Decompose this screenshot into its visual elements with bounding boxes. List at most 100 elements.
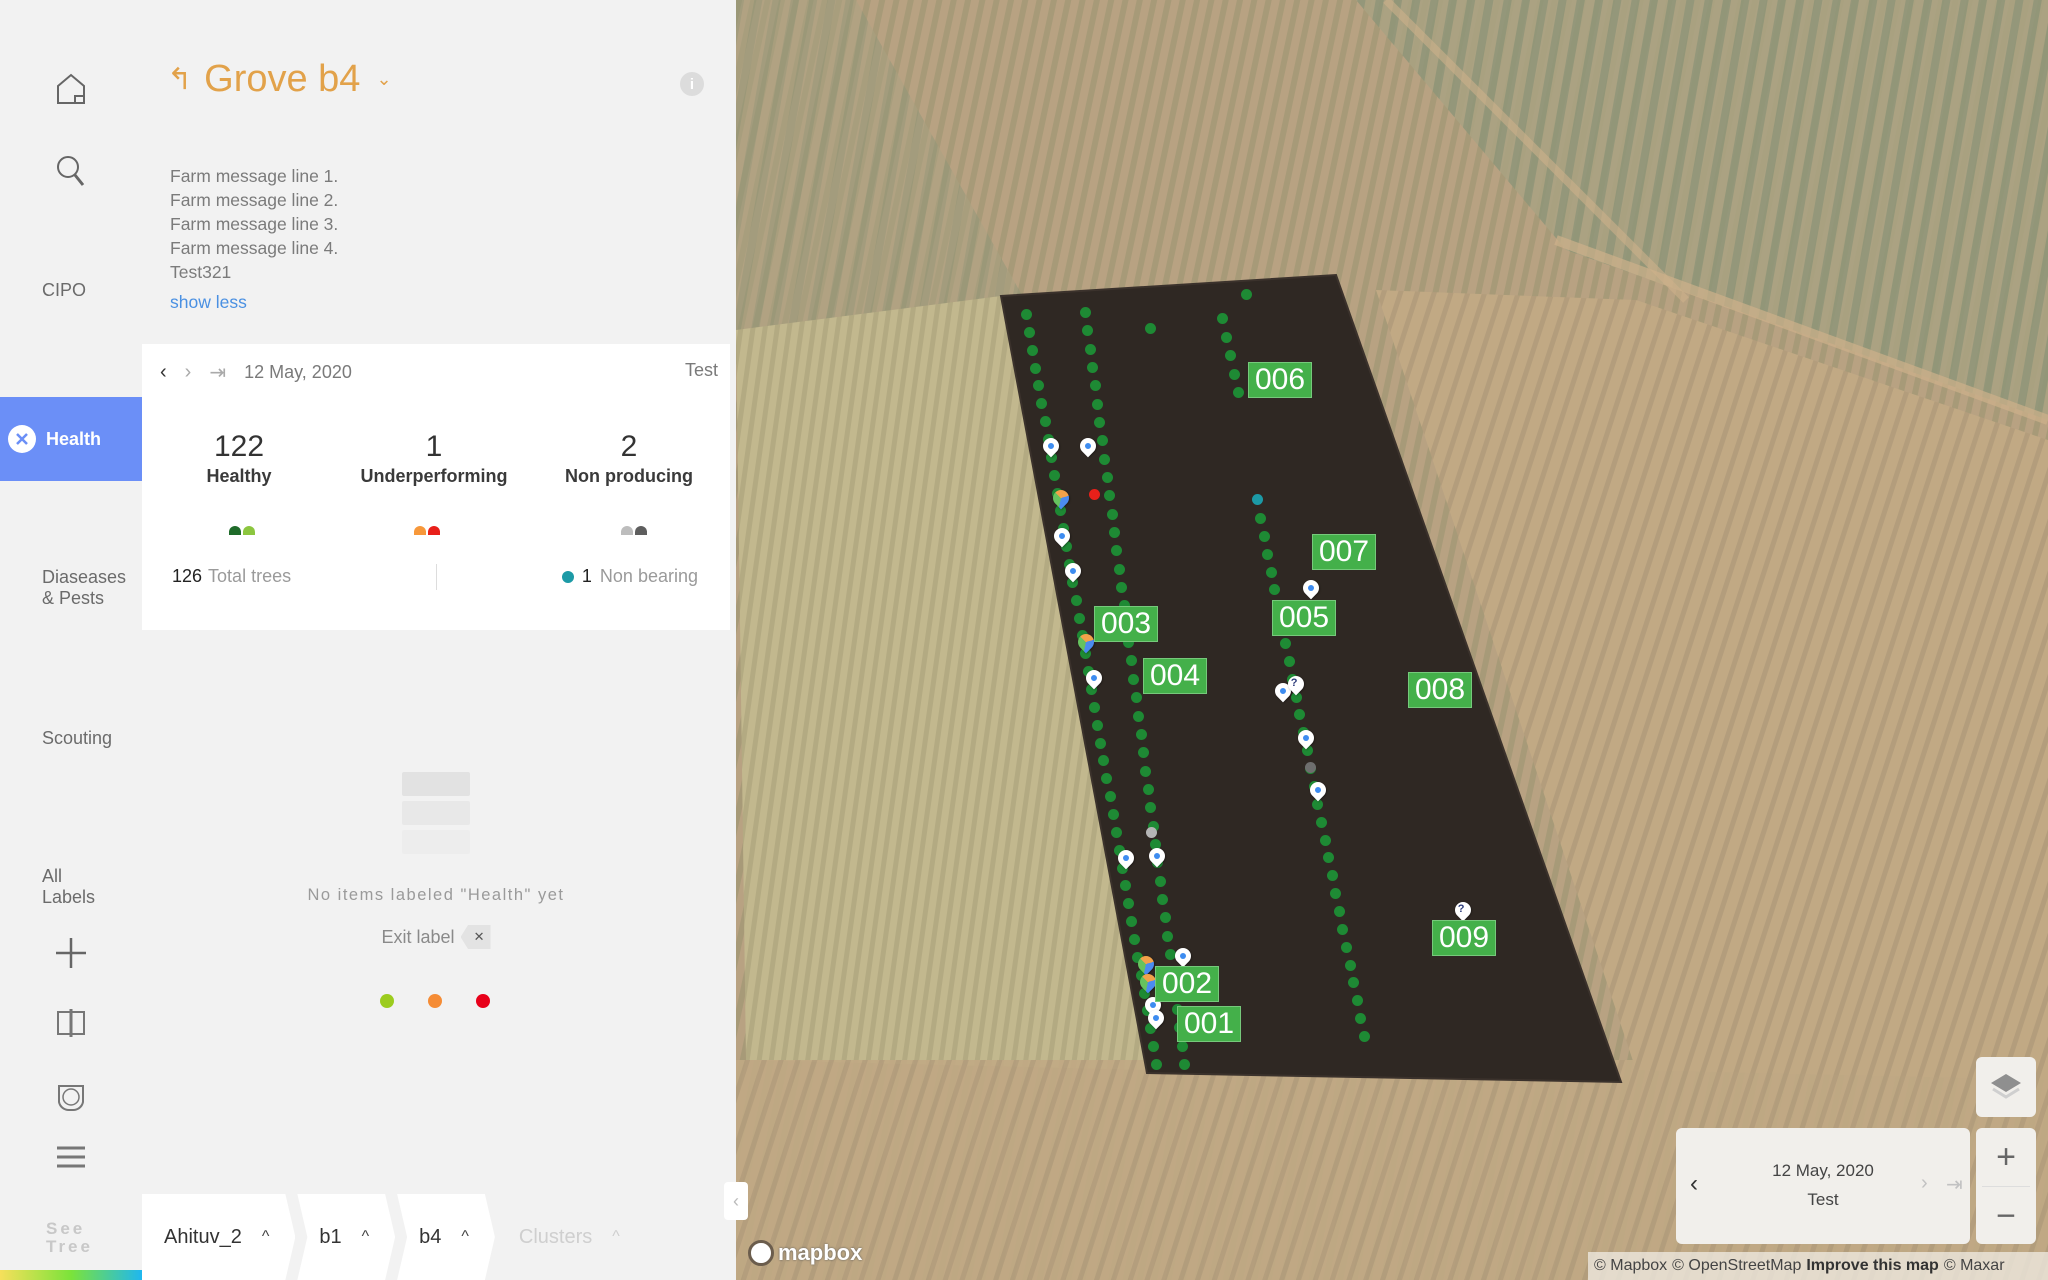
- camera-icon[interactable]: [50, 1076, 92, 1118]
- tree-marker[interactable]: [1305, 762, 1316, 773]
- plot-label-006[interactable]: 006: [1248, 362, 1313, 398]
- tree-marker[interactable]: [1021, 309, 1032, 320]
- tree-marker[interactable]: [1039, 416, 1051, 428]
- tree-marker[interactable]: [1080, 307, 1091, 318]
- tree-marker[interactable]: [1217, 313, 1228, 324]
- mapbox-logo[interactable]: mapbox: [748, 1240, 862, 1266]
- tree-marker[interactable]: [1221, 331, 1232, 343]
- non-bearing[interactable]: 1 Non bearing: [561, 566, 698, 587]
- tree-marker[interactable]: [1106, 508, 1118, 520]
- search-icon[interactable]: [50, 150, 92, 192]
- tree-marker[interactable]: [1225, 350, 1236, 361]
- plot-label-007[interactable]: 007: [1312, 534, 1377, 570]
- mapbox-attribution-link[interactable]: © Mapbox: [1594, 1257, 1667, 1275]
- tree-marker[interactable]: [1265, 566, 1277, 578]
- tree-marker[interactable]: [1133, 710, 1145, 722]
- tree-marker[interactable]: [1095, 737, 1107, 749]
- tree-marker[interactable]: [1344, 959, 1356, 971]
- tree-marker[interactable]: [1089, 701, 1101, 713]
- tree-marker[interactable]: [1070, 594, 1082, 606]
- tree-marker[interactable]: [1319, 834, 1331, 846]
- see-tree-button[interactable]: See Tree: [46, 1220, 93, 1256]
- osm-attribution-link[interactable]: © OpenStreetMap: [1672, 1257, 1801, 1275]
- prev-date-button[interactable]: ‹: [160, 361, 167, 384]
- tree-marker[interactable]: [1241, 289, 1252, 300]
- stat-healthy[interactable]: 122 Healthy: [144, 430, 334, 487]
- exit-label-button[interactable]: ✕: [460, 925, 491, 949]
- zoom-out-button[interactable]: −: [1976, 1187, 2036, 1245]
- tree-marker[interactable]: [1146, 827, 1157, 838]
- breadcrumb-block[interactable]: b1 ^: [297, 1194, 395, 1280]
- tree-marker[interactable]: [1151, 1059, 1162, 1070]
- tree-marker[interactable]: [1135, 728, 1147, 740]
- tree-marker[interactable]: [1092, 719, 1104, 731]
- tree-marker[interactable]: [1110, 826, 1122, 838]
- tree-marker[interactable]: [1130, 692, 1142, 704]
- tree-marker[interactable]: [1048, 469, 1060, 481]
- tree-marker[interactable]: [1113, 563, 1125, 575]
- stat-underperforming[interactable]: 1 Underperforming: [339, 430, 529, 487]
- tree-marker[interactable]: [1140, 765, 1152, 777]
- tree-marker[interactable]: [1030, 362, 1042, 374]
- level-up-icon[interactable]: ↰: [167, 62, 192, 97]
- nav-item-health[interactable]: Health: [0, 397, 142, 481]
- layers-button[interactable]: [1976, 1057, 2036, 1117]
- tree-marker[interactable]: [1104, 791, 1116, 803]
- plot-label-009[interactable]: 009: [1432, 920, 1497, 956]
- tree-marker[interactable]: [1147, 1041, 1159, 1053]
- tree-marker[interactable]: [1108, 527, 1120, 539]
- map-last-date-button[interactable]: ⇥: [1946, 1172, 1963, 1197]
- plot-label-003[interactable]: 003: [1094, 606, 1159, 642]
- tree-marker[interactable]: [1092, 398, 1104, 410]
- breadcrumb-farm[interactable]: Ahituv_2 ^: [142, 1194, 295, 1280]
- tree-marker[interactable]: [1255, 513, 1266, 524]
- add-icon[interactable]: [50, 932, 92, 974]
- map-next-date-button[interactable]: ›: [1921, 1172, 1928, 1195]
- show-less-link[interactable]: show less: [170, 292, 247, 313]
- plot-label-004[interactable]: 004: [1143, 658, 1208, 694]
- tree-marker[interactable]: [1359, 1031, 1370, 1042]
- plot-label-001[interactable]: 001: [1177, 1006, 1242, 1042]
- tree-marker[interactable]: [1145, 323, 1156, 334]
- tree-marker[interactable]: [1326, 870, 1338, 882]
- nav-item-all-labels[interactable]: All Labels: [42, 866, 95, 908]
- tree-marker[interactable]: [1229, 368, 1240, 380]
- maxar-attribution-link[interactable]: © Maxar: [1944, 1257, 2005, 1275]
- plot-label-005[interactable]: 005: [1272, 600, 1337, 636]
- next-date-button[interactable]: ›: [185, 361, 192, 384]
- breadcrumb-clusters[interactable]: Clusters ^: [497, 1194, 646, 1280]
- menu-icon[interactable]: [50, 1136, 92, 1178]
- tree-marker[interactable]: [1142, 783, 1154, 795]
- info-icon[interactable]: i: [680, 72, 704, 96]
- tree-marker[interactable]: [1107, 809, 1119, 820]
- tree-marker[interactable]: [1179, 1059, 1190, 1070]
- collapse-panel-button[interactable]: ‹: [724, 1182, 748, 1220]
- tree-marker[interactable]: [1233, 387, 1244, 398]
- tree-marker[interactable]: [1027, 344, 1039, 356]
- tree-marker[interactable]: [1341, 941, 1353, 953]
- tree-marker[interactable]: [1315, 816, 1327, 828]
- tree-marker[interactable]: [1162, 930, 1174, 942]
- tree-marker[interactable]: [1283, 655, 1295, 667]
- tree-marker[interactable]: [1333, 905, 1345, 917]
- nav-item-scouting[interactable]: Scouting: [42, 728, 112, 749]
- map-view[interactable]: ?? 006 007 003 005 004 008 009 002 001 m…: [736, 0, 2048, 1280]
- close-icon[interactable]: [8, 425, 36, 453]
- tree-marker[interactable]: [1089, 380, 1101, 392]
- tree-marker[interactable]: [1101, 472, 1113, 484]
- tree-marker[interactable]: [1024, 326, 1036, 338]
- chevron-down-icon[interactable]: ⌄: [376, 69, 391, 90]
- compare-icon[interactable]: [50, 1002, 92, 1044]
- tree-marker[interactable]: [1159, 912, 1171, 924]
- stat-non-producing[interactable]: 2 Non producing: [534, 430, 724, 487]
- tree-marker[interactable]: [1262, 548, 1274, 560]
- tree-marker[interactable]: [1176, 1040, 1188, 1052]
- tree-marker[interactable]: [1258, 530, 1270, 542]
- nav-item-diseases-pests[interactable]: Diaseases & Pests: [42, 567, 126, 609]
- nav-item-cipo[interactable]: CIPO: [42, 280, 86, 301]
- plot-label-002[interactable]: 002: [1155, 966, 1220, 1002]
- zoom-in-button[interactable]: +: [1976, 1128, 2036, 1186]
- plot-label-008[interactable]: 008: [1408, 672, 1473, 708]
- tree-marker[interactable]: [1073, 612, 1085, 624]
- tree-marker[interactable]: [1089, 489, 1100, 500]
